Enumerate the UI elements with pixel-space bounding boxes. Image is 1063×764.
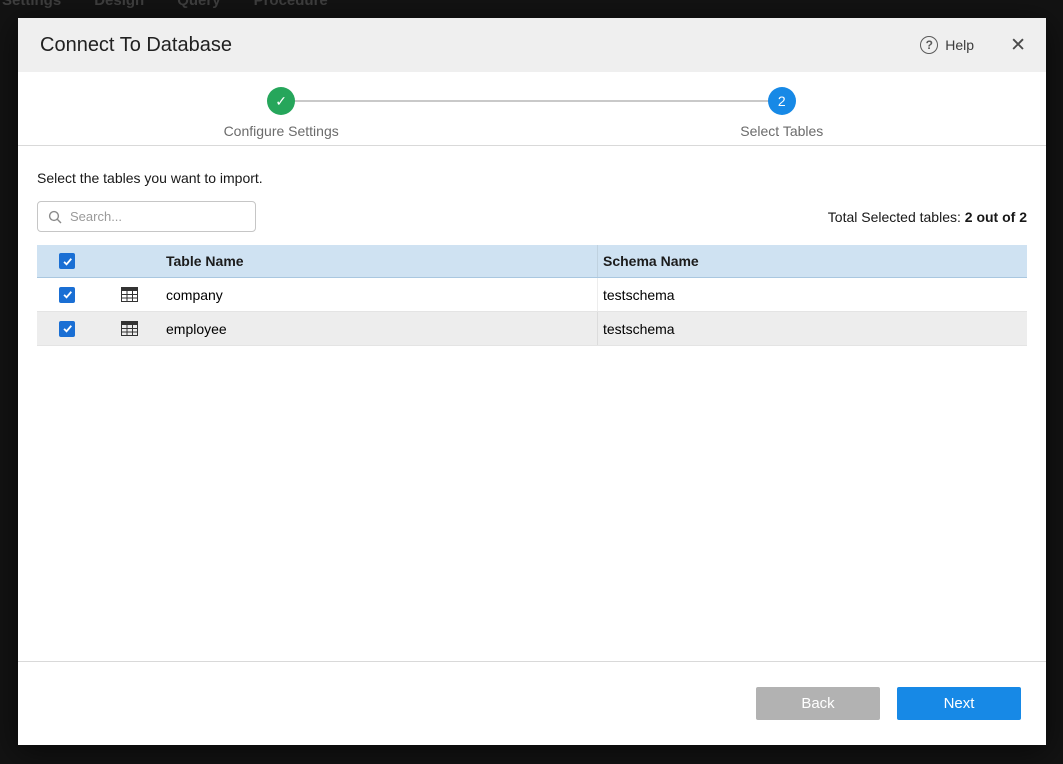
table-grid-icon <box>121 287 138 302</box>
row-checkbox[interactable] <box>59 287 75 303</box>
search-icon <box>48 210 62 224</box>
help-icon: ? <box>920 36 938 54</box>
checkmark-icon <box>62 256 73 267</box>
checkmark-icon <box>62 323 73 334</box>
summary-label: Total Selected tables: <box>828 209 965 225</box>
instruction-text: Select the tables you want to import. <box>37 170 1027 186</box>
step-label: Select Tables <box>740 123 823 139</box>
step-select-tables[interactable]: 2 Select Tables <box>672 87 892 139</box>
select-all-checkbox[interactable] <box>59 253 75 269</box>
selected-tables-summary: Total Selected tables: 2 out of 2 <box>828 209 1027 225</box>
search-input[interactable] <box>70 209 245 224</box>
dialog-footer: Back Next <box>18 661 1046 745</box>
help-button[interactable]: ? Help <box>920 36 974 54</box>
step-label: Configure Settings <box>224 123 339 139</box>
menu-item-settings[interactable]: Settings <box>2 0 61 9</box>
table-header-row: Table Name Schema Name <box>37 245 1027 278</box>
controls-row: Total Selected tables: 2 out of 2 <box>37 201 1027 232</box>
menu-item-design[interactable]: Design <box>94 0 144 9</box>
next-button[interactable]: Next <box>897 687 1021 720</box>
dialog-body: Select the tables you want to import. To… <box>18 146 1046 661</box>
back-button[interactable]: Back <box>756 687 880 720</box>
schema-name-cell: testschema <box>597 278 1027 311</box>
close-icon[interactable]: ✕ <box>1010 36 1026 55</box>
table-row[interactable]: company testschema <box>37 278 1027 312</box>
menu-item-procedure[interactable]: Procedure <box>254 0 328 9</box>
dialog-title: Connect To Database <box>40 34 920 57</box>
table-row[interactable]: employee testschema <box>37 312 1027 346</box>
background-menu: Settings Design Query Procedure <box>2 0 328 9</box>
menu-item-query[interactable]: Query <box>177 0 220 9</box>
wizard-stepper: ✓ Configure Settings 2 Select Tables <box>18 72 1046 146</box>
table-grid-icon <box>121 321 138 336</box>
step-configure-settings[interactable]: ✓ Configure Settings <box>171 87 391 139</box>
table-name-cell: company <box>162 287 597 303</box>
checkmark-icon <box>62 289 73 300</box>
table-name-cell: employee <box>162 321 597 337</box>
step-number-badge: 2 <box>768 87 796 115</box>
connect-to-database-dialog: Connect To Database ? Help ✕ ✓ Configure… <box>18 18 1046 745</box>
column-header-schema-name: Schema Name <box>597 245 1027 277</box>
search-box[interactable] <box>37 201 256 232</box>
step-complete-check-icon: ✓ <box>267 87 295 115</box>
row-checkbox[interactable] <box>59 321 75 337</box>
help-label: Help <box>945 37 974 53</box>
summary-value: 2 out of 2 <box>965 209 1027 225</box>
column-header-table-name: Table Name <box>162 253 597 269</box>
dialog-header: Connect To Database ? Help ✕ <box>18 18 1046 72</box>
schema-name-cell: testschema <box>597 312 1027 345</box>
tables-list: Table Name Schema Name <box>37 245 1027 346</box>
